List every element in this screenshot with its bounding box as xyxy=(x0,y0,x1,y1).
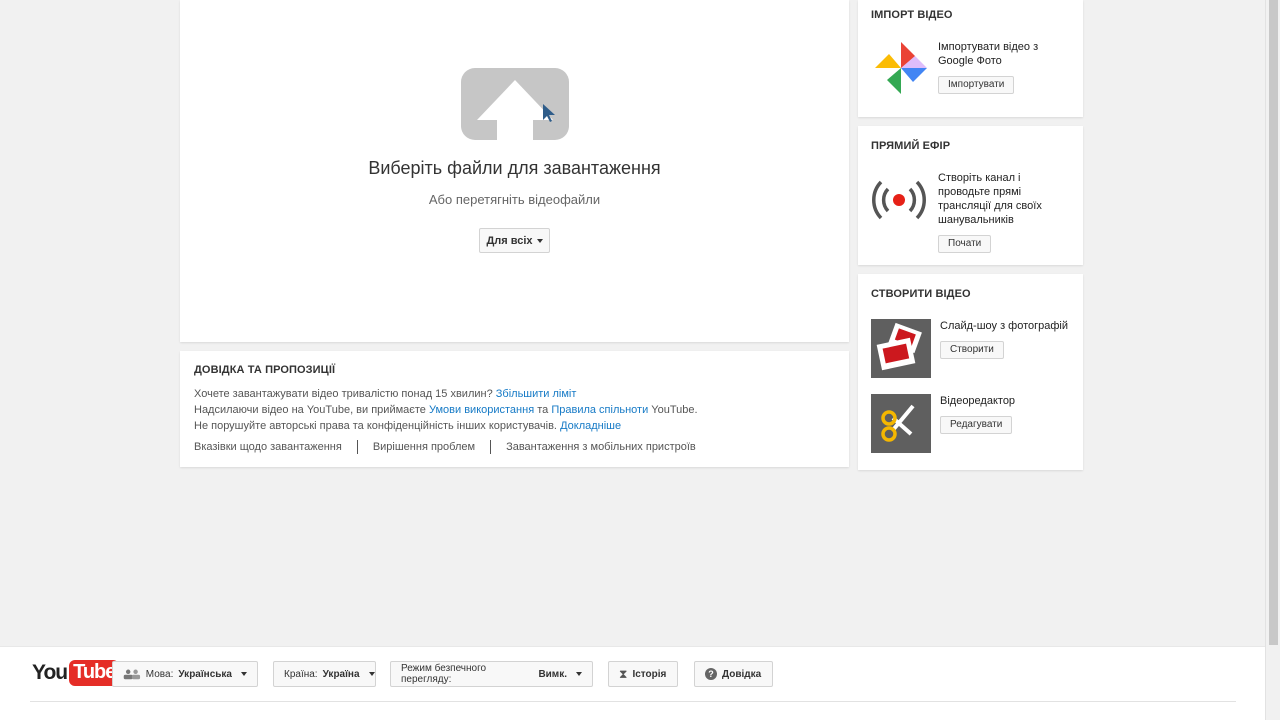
start-live-button[interactable]: Почати xyxy=(938,235,992,253)
live-title: ПРЯМИЙ ЕФІР xyxy=(871,140,951,152)
import-text: Імпортувати відео з Google Фото xyxy=(938,41,1039,67)
help-button[interactable]: ? Довідка xyxy=(694,661,773,687)
country-button[interactable]: Країна: Україна xyxy=(273,661,376,687)
help-line-2-text: Надсилаючи відео на YouTube, ви приймаєт… xyxy=(194,404,426,416)
page-scrollbar[interactable] xyxy=(1265,0,1280,720)
slideshow-thumbnail[interactable] xyxy=(871,319,931,378)
logo-you: You xyxy=(32,661,68,684)
terms-of-service-link[interactable]: Умови використання xyxy=(429,404,534,416)
troubleshooting-link[interactable]: Вирішення проблем xyxy=(356,440,490,454)
country-value: Україна xyxy=(322,668,360,680)
video-editor-text: Відеоредактор xyxy=(940,395,1016,407)
help-question-icon: ? xyxy=(705,668,717,680)
country-label: Країна: xyxy=(284,668,318,680)
import-title: ІМПОРТ ВІДЕО xyxy=(871,9,953,21)
slideshow-item: Слайд-шоу з фотографій Створити xyxy=(940,319,1070,359)
privacy-label: Для всіх xyxy=(486,234,533,247)
caret-down-icon xyxy=(536,238,543,243)
help-line-1: Хочете завантажувати відео тривалістю по… xyxy=(194,386,835,402)
help-line-3-text: Не порушуйте авторські права та конфіден… xyxy=(194,420,557,432)
history-label: Історія xyxy=(632,668,667,680)
import-button[interactable]: Імпортувати xyxy=(938,76,1015,94)
language-value: Українська xyxy=(178,668,232,680)
community-guidelines-link[interactable]: Правила спільноти xyxy=(551,404,648,416)
create-title: СТВОРИТИ ВІДЕО xyxy=(871,288,971,300)
help-title: ДОВІДКА ТА ПРОПОЗИЦІЇ xyxy=(194,364,336,376)
footer-divider xyxy=(30,701,1236,702)
help-links: Вказівки щодо завантаження Вирішення про… xyxy=(194,440,835,454)
help-line-1-text: Хочете завантажувати відео тривалістю по… xyxy=(194,388,493,400)
import-item: Імпортувати відео з Google Фото Імпортув… xyxy=(938,40,1068,94)
caret-down-icon xyxy=(576,672,582,676)
safety-value: Вимк. xyxy=(538,668,567,680)
upload-instructions-link[interactable]: Вказівки щодо завантаження xyxy=(194,440,357,454)
language-label: Мова: xyxy=(145,668,174,680)
live-text: Створіть канал і проводьте прямі трансля… xyxy=(938,172,1042,226)
live-broadcast-icon xyxy=(872,180,926,220)
upload-card: Виберіть файли для завантаження Або пере… xyxy=(180,0,849,342)
google-photos-icon xyxy=(875,42,927,94)
history-button[interactable]: ⧗ Історія xyxy=(608,661,678,687)
upload-arrow-icon[interactable] xyxy=(461,68,569,140)
video-editor-thumbnail[interactable] xyxy=(871,394,931,453)
youtube-logo[interactable]: You Tube xyxy=(32,660,120,686)
caret-down-icon xyxy=(241,672,247,676)
create-card: СТВОРИТИ ВІДЕО Слайд-шоу з фотографій Ст… xyxy=(858,274,1083,470)
language-people-icon xyxy=(123,669,141,680)
upload-title[interactable]: Виберіть файли для завантаження xyxy=(180,158,849,179)
help-line-3: Не порушуйте авторські права та конфіден… xyxy=(194,418,835,434)
mobile-upload-link[interactable]: Завантаження з мобільних пристроїв xyxy=(490,440,711,454)
live-card: ПРЯМИЙ ЕФІР Створіть канал і проводьте п… xyxy=(858,126,1083,265)
edit-video-button[interactable]: Редагувати xyxy=(940,416,1013,434)
photos-icon xyxy=(876,322,922,371)
scrollbar-thumb[interactable] xyxy=(1269,0,1278,645)
help-line-2-and: та xyxy=(537,404,549,416)
safety-mode-button[interactable]: Режим безпечного перегляду: Вимк. xyxy=(390,661,593,687)
privacy-dropdown[interactable]: Для всіх xyxy=(479,228,550,253)
hourglass-icon: ⧗ xyxy=(619,666,628,681)
live-item: Створіть канал і проводьте прямі трансля… xyxy=(938,171,1073,253)
help-label: Довідка xyxy=(722,668,762,680)
help-text: Хочете завантажувати відео тривалістю по… xyxy=(194,386,835,434)
scissors-icon xyxy=(881,404,915,442)
learn-more-link[interactable]: Докладніше xyxy=(560,420,621,432)
import-card: ІМПОРТ ВІДЕО Імпортувати відео з Google … xyxy=(858,0,1083,117)
upload-subtitle: Або перетягніть відеофайли xyxy=(428,192,601,207)
help-line-2-end: YouTube. xyxy=(651,404,698,416)
help-line-2: Надсилаючи відео на YouTube, ви приймаєт… xyxy=(194,402,835,418)
create-slideshow-button[interactable]: Створити xyxy=(940,341,1004,359)
slideshow-text: Слайд-шоу з фотографій xyxy=(940,320,1069,332)
safety-label: Режим безпечного перегляду: xyxy=(401,663,487,685)
video-editor-item: Відеоредактор Редагувати xyxy=(940,394,1070,434)
caret-down-icon xyxy=(368,672,375,676)
help-card: ДОВІДКА ТА ПРОПОЗИЦІЇ Хочете завантажува… xyxy=(180,351,849,467)
language-button[interactable]: Мова: Українська xyxy=(112,661,258,687)
increase-limit-link[interactable]: Збільшити ліміт xyxy=(496,388,577,400)
